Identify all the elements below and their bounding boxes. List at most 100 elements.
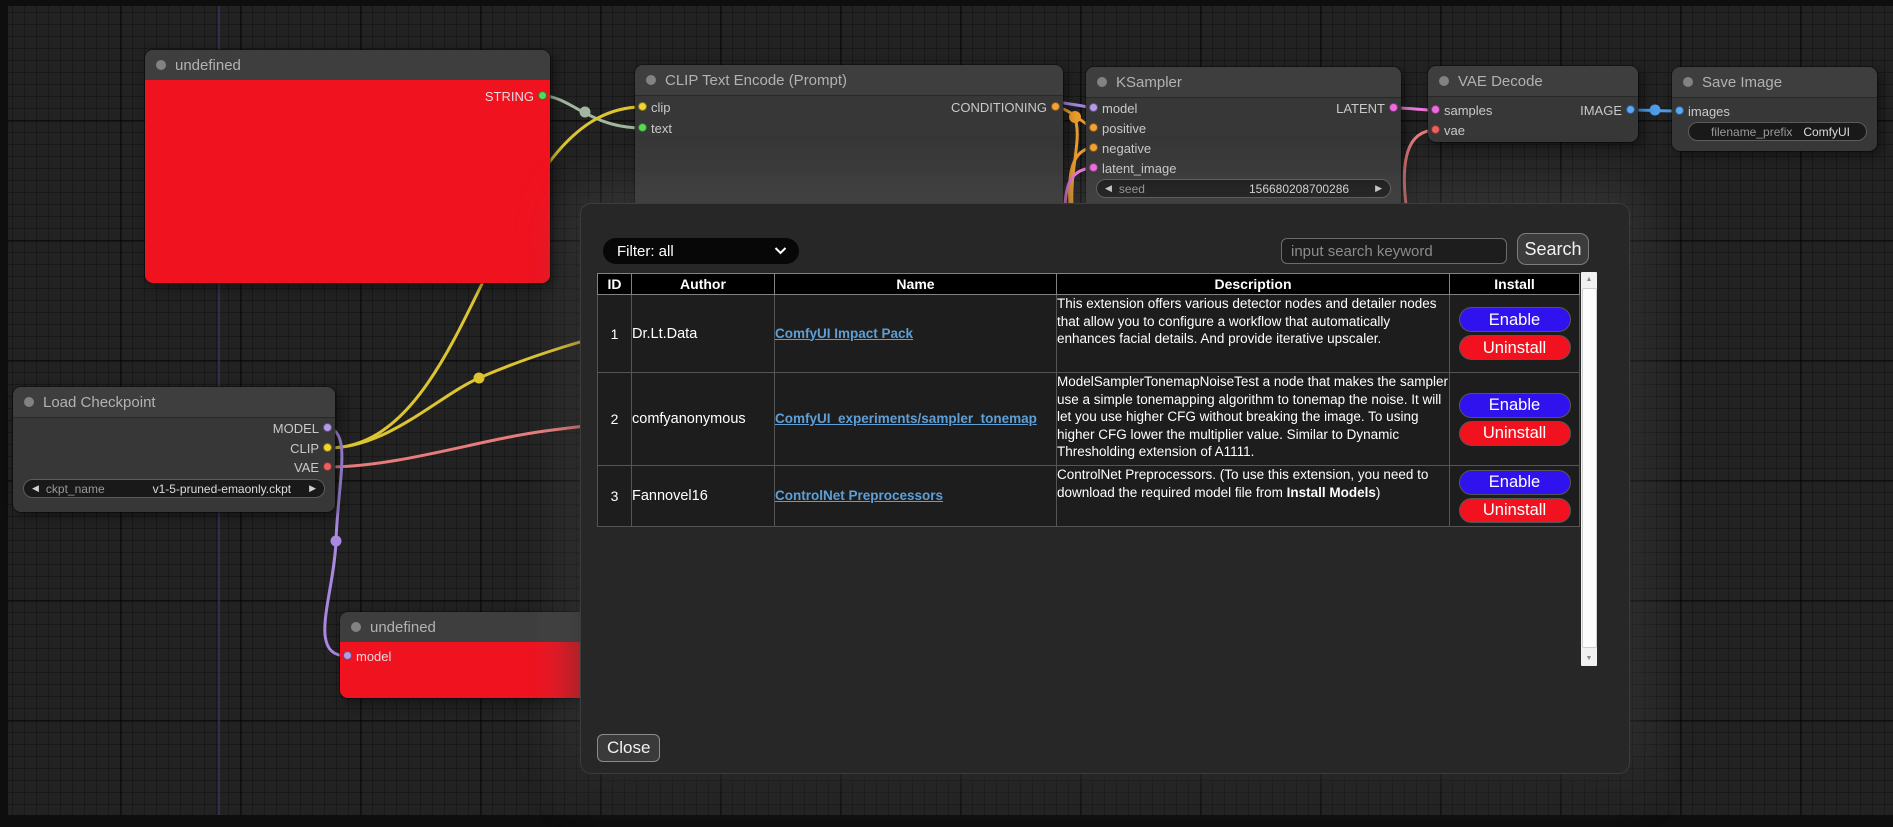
input-slot-icon[interactable]	[638, 102, 647, 111]
output-slot-vae: VAE	[294, 458, 335, 476]
reroute-dot	[474, 373, 485, 384]
input-slot-icon[interactable]	[1675, 106, 1684, 115]
reroute-dot	[580, 107, 591, 118]
node-title: Load Checkpoint	[43, 394, 156, 411]
output-slot-latent: LATENT	[1336, 99, 1401, 117]
node-collapse-dot[interactable]	[1097, 77, 1107, 87]
wire-string-to-text	[543, 96, 642, 128]
ckpt-name-widget[interactable]: ◀ ckpt_name v1-5-pruned-emaonly.ckpt ▶	[23, 479, 325, 498]
input-slot-vae: vae	[1428, 121, 1465, 139]
node-collapse-dot[interactable]	[1439, 76, 1449, 86]
input-slot-icon[interactable]	[1089, 123, 1098, 132]
output-slot-icon[interactable]	[538, 91, 547, 100]
node-undefined-bottom[interactable]: undefined model	[340, 612, 580, 698]
extension-link[interactable]: ComfyUI_experiments/sampler_tonemap	[775, 411, 1037, 426]
increment-arrow-icon[interactable]: ▶	[1375, 184, 1382, 193]
seed-widget[interactable]: ◀ seed 156680208700286 ▶	[1096, 179, 1391, 198]
node-collapse-dot[interactable]	[156, 60, 166, 70]
node-vae-decode[interactable]: VAE Decode samples vae IMAGE	[1428, 66, 1638, 142]
decrement-arrow-icon[interactable]: ◀	[1105, 184, 1112, 193]
output-slot-icon[interactable]	[323, 443, 332, 452]
input-slot-icon[interactable]	[638, 123, 647, 132]
extension-link[interactable]: ComfyUI Impact Pack	[775, 326, 913, 341]
output-slot-image: IMAGE	[1580, 101, 1638, 119]
node-undefined-top[interactable]: undefined STRING	[145, 50, 550, 283]
output-slot-icon[interactable]	[1389, 103, 1398, 112]
search-input[interactable]	[1281, 238, 1507, 264]
table-row: 1 Dr.Lt.Data ComfyUI Impact Pack This ex…	[598, 295, 1580, 373]
output-slot-icon[interactable]	[1626, 105, 1635, 114]
filter-label: Filter: all	[617, 243, 674, 260]
cell-install: Enable Uninstall	[1450, 295, 1580, 373]
increment-arrow-icon[interactable]: ▶	[309, 484, 316, 493]
uninstall-button[interactable]: Uninstall	[1459, 498, 1571, 523]
cell-install: Enable Uninstall	[1450, 466, 1580, 527]
search-button[interactable]: Search	[1517, 233, 1589, 265]
table-row: 3 Fannovel16 ControlNet Preprocessors Co…	[598, 466, 1580, 527]
output-slot-icon[interactable]	[323, 462, 332, 471]
node-header[interactable]: undefined	[340, 612, 580, 643]
scroll-down-icon[interactable]: ▼	[1581, 651, 1597, 666]
enable-button[interactable]: Enable	[1459, 307, 1571, 332]
cell-description: ControlNet Preprocessors. (To use this e…	[1057, 466, 1450, 527]
output-slot-model: MODEL	[273, 419, 335, 437]
input-slot-icon[interactable]	[1089, 163, 1098, 172]
node-header[interactable]: KSampler	[1086, 67, 1401, 98]
table-header-row: ID Author Name Description Install	[598, 274, 1580, 295]
cell-description: ModelSamplerTonemapNoiseTest a node that…	[1057, 373, 1450, 466]
node-load-checkpoint[interactable]: Load Checkpoint MODEL CLIP VAE ◀ ckpt_na…	[13, 387, 335, 512]
node-collapse-dot[interactable]	[1683, 77, 1693, 87]
output-slot-icon[interactable]	[1051, 102, 1060, 111]
node-title: Save Image	[1702, 74, 1782, 91]
uninstall-button[interactable]: Uninstall	[1459, 335, 1571, 360]
output-slot-string: STRING	[485, 87, 550, 105]
output-slot-clip: CLIP	[290, 439, 335, 457]
node-header[interactable]: undefined	[145, 50, 550, 81]
filter-select[interactable]: Filter: all	[603, 238, 799, 264]
cell-id: 3	[598, 466, 632, 527]
node-clip-text-encode[interactable]: CLIP Text Encode (Prompt) clip text COND…	[635, 65, 1063, 215]
node-ksampler[interactable]: KSampler model positive negative latent_…	[1086, 67, 1401, 217]
input-slot-icon[interactable]	[1431, 105, 1440, 114]
node-title: KSampler	[1116, 74, 1182, 91]
enable-button[interactable]: Enable	[1459, 393, 1571, 418]
enable-button[interactable]: Enable	[1459, 470, 1571, 495]
extension-manager-dialog: Filter: all Search ID Author Name Descri…	[580, 203, 1630, 774]
decrement-arrow-icon[interactable]: ◀	[32, 484, 39, 493]
extension-link[interactable]: ControlNet Preprocessors	[775, 488, 943, 503]
input-slot-images: images	[1672, 102, 1730, 120]
input-slot-positive: positive	[1086, 119, 1146, 137]
input-slot-samples: samples	[1428, 101, 1492, 119]
node-save-image[interactable]: Save Image images filename_prefix ComfyU…	[1672, 67, 1877, 151]
node-collapse-dot[interactable]	[351, 622, 361, 632]
node-title: CLIP Text Encode (Prompt)	[665, 72, 847, 89]
scroll-up-icon[interactable]: ▲	[1581, 272, 1597, 287]
scrollbar-thumb[interactable]	[1582, 288, 1597, 648]
node-collapse-dot[interactable]	[24, 397, 34, 407]
input-slot-icon[interactable]	[343, 651, 352, 660]
cell-install: Enable Uninstall	[1450, 373, 1580, 466]
input-slot-icon[interactable]	[1089, 103, 1098, 112]
column-header-description: Description	[1057, 274, 1450, 295]
output-slot-icon[interactable]	[323, 423, 332, 432]
node-header[interactable]: Save Image	[1672, 67, 1877, 98]
comfyui-app: undefined STRING CLIP Text Encode (Promp…	[0, 0, 1893, 827]
input-slot-clip: clip	[635, 98, 671, 116]
column-header-author: Author	[632, 274, 775, 295]
cell-name: ComfyUI Impact Pack	[775, 295, 1057, 373]
filename-prefix-widget[interactable]: filename_prefix ComfyUI	[1688, 122, 1867, 141]
input-slot-text: text	[635, 119, 672, 137]
node-collapse-dot[interactable]	[646, 75, 656, 85]
input-slot-icon[interactable]	[1089, 143, 1098, 152]
node-header[interactable]: VAE Decode	[1428, 66, 1638, 97]
close-button[interactable]: Close	[597, 734, 660, 762]
reroute-dot	[331, 536, 342, 547]
node-header[interactable]: CLIP Text Encode (Prompt)	[635, 65, 1063, 96]
node-header[interactable]: Load Checkpoint	[13, 387, 335, 418]
uninstall-button[interactable]: Uninstall	[1459, 421, 1571, 446]
wire-to-vae-input	[1404, 130, 1435, 205]
node-title: VAE Decode	[1458, 73, 1543, 90]
scrollbar[interactable]: ▲ ▼	[1581, 272, 1597, 666]
column-header-install: Install	[1450, 274, 1580, 295]
input-slot-icon[interactable]	[1431, 125, 1440, 134]
